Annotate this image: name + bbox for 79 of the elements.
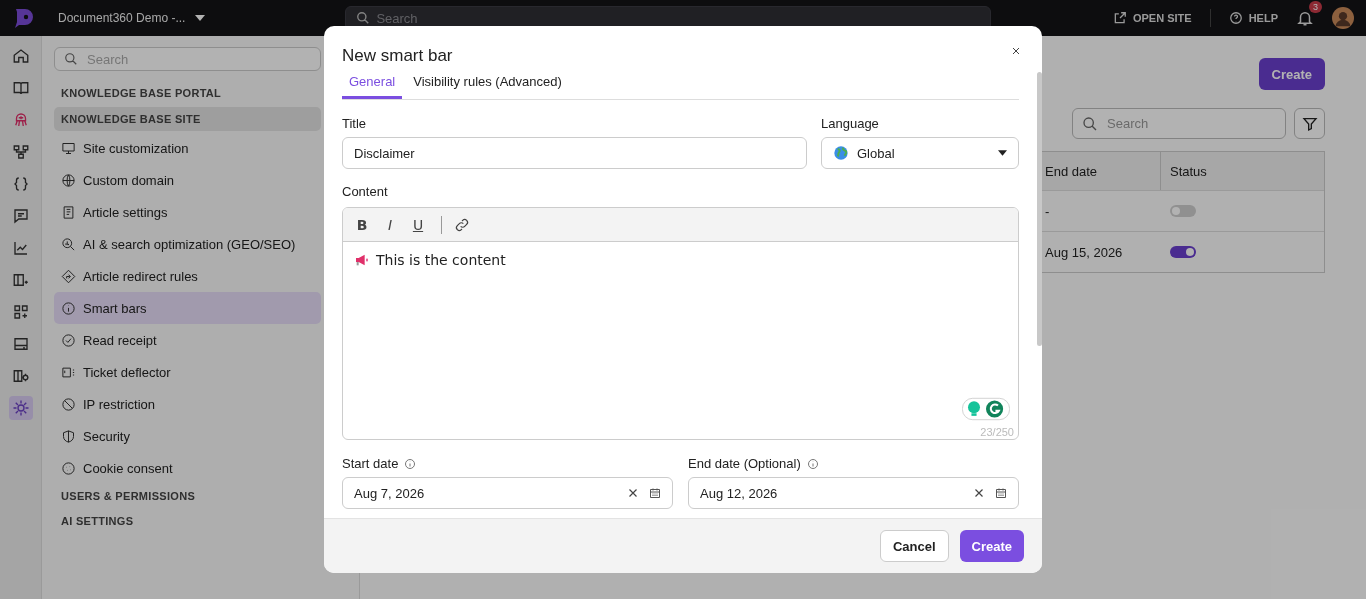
project-selector[interactable]: Document360 Demo -... (58, 11, 206, 25)
tab[interactable]: Visibility rules (Advanced) (406, 72, 569, 99)
globe-icon (833, 145, 849, 161)
help-link[interactable]: HELP (1228, 11, 1278, 25)
external-link-icon (1112, 11, 1127, 25)
link-icon[interactable] (454, 216, 470, 233)
megaphone-icon (354, 252, 370, 268)
settings-icon[interactable] (8, 396, 33, 420)
status-toggle[interactable] (1170, 205, 1196, 217)
info-icon (61, 300, 76, 316)
bell-icon[interactable] (1296, 9, 1314, 27)
section-header[interactable]: USERS & PERMISSIONS (54, 484, 321, 508)
create-button[interactable]: Create (1258, 58, 1325, 90)
sidebar-item[interactable]: Ticket deflector (54, 356, 321, 388)
search-field[interactable]: Search (1072, 108, 1286, 139)
table-cell: Aug 15, 2026 (1045, 244, 1123, 260)
sidebar-item[interactable]: AI & search optimization (GEO/SEO) (54, 228, 321, 260)
format-button[interactable]: I (379, 213, 401, 236)
create-button[interactable]: Create (959, 530, 1024, 562)
end-date-field[interactable]: Aug 12, 2026 (688, 477, 1019, 509)
monitor-icon (61, 140, 76, 156)
caret-icon (998, 150, 1007, 156)
clear-icon[interactable] (627, 487, 639, 499)
status-toggle[interactable] (1170, 246, 1196, 258)
clear-icon[interactable] (973, 487, 985, 499)
sidebar-item[interactable]: Custom domain (54, 164, 321, 196)
section-header[interactable]: KNOWLEDGE BASE SITE (54, 107, 321, 131)
cancel-button[interactable]: Cancel (879, 530, 949, 562)
globe-icon (61, 172, 76, 188)
column-header: Status (1170, 163, 1207, 179)
section-header[interactable]: AI SETTINGS (54, 509, 321, 533)
table-cell: - (1045, 203, 1050, 219)
document-icon (61, 204, 76, 220)
writing-assistant-icon[interactable] (962, 397, 1010, 421)
field-label: Language (821, 116, 880, 131)
sidebar-item[interactable]: Cookie consent (54, 452, 321, 484)
format-button[interactable]: U (407, 213, 429, 236)
section-header[interactable]: KNOWLEDGE BASE PORTAL (54, 81, 321, 105)
cookie-icon (61, 460, 76, 476)
calendar-icon[interactable] (995, 487, 1007, 499)
search-field[interactable]: Search (54, 47, 321, 71)
info-icon (806, 457, 819, 470)
start-date-field[interactable]: Aug 7, 2026 (342, 477, 673, 509)
sidebar-item[interactable]: IP restriction (54, 388, 321, 420)
notification-badge: 3 (1309, 1, 1322, 13)
search-icon (356, 11, 371, 25)
diamond-arrow-icon (61, 268, 76, 284)
sidebar-item[interactable]: Article redirect rules (54, 260, 321, 292)
open-site-link[interactable]: OPEN SITE (1112, 11, 1192, 25)
filter-button[interactable] (1294, 108, 1325, 139)
field-label: Start date (342, 456, 399, 471)
sidebar-item[interactable]: Security (54, 420, 321, 452)
ban-icon (61, 396, 76, 412)
content-editor[interactable]: B I U This is the content 23/250 (342, 207, 1019, 440)
language-dropdown[interactable]: Global (821, 137, 1019, 169)
sidebar-item[interactable]: Smart bars (54, 292, 321, 324)
caret-icon (195, 15, 206, 21)
content-text: This is the content (376, 252, 506, 268)
tab[interactable]: General (342, 72, 403, 99)
close-icon[interactable] (1010, 45, 1022, 57)
avatar[interactable] (1332, 7, 1354, 29)
title-field[interactable]: Disclaimer (342, 137, 807, 169)
format-button[interactable]: B (351, 213, 373, 236)
calendar-icon[interactable] (649, 487, 661, 499)
sidebar-item[interactable]: Article settings (54, 196, 321, 228)
sidebar-item[interactable]: Read receipt (54, 324, 321, 356)
dialog-title: New smart bar (342, 46, 453, 66)
magnifier-chart-icon (61, 236, 76, 252)
scrollbar[interactable] (1037, 72, 1042, 346)
character-counter: 23/250 (980, 426, 1014, 438)
field-label: End date (Optional) (688, 456, 801, 471)
filter-icon (1301, 115, 1318, 132)
help-icon (1228, 11, 1243, 25)
sidebar-item[interactable]: Site customization (54, 132, 321, 164)
field-label: Content (342, 184, 389, 199)
info-icon (404, 457, 417, 470)
field-label: Title (342, 116, 368, 131)
column-header: End date (1045, 163, 1098, 179)
shield-icon (61, 428, 76, 444)
